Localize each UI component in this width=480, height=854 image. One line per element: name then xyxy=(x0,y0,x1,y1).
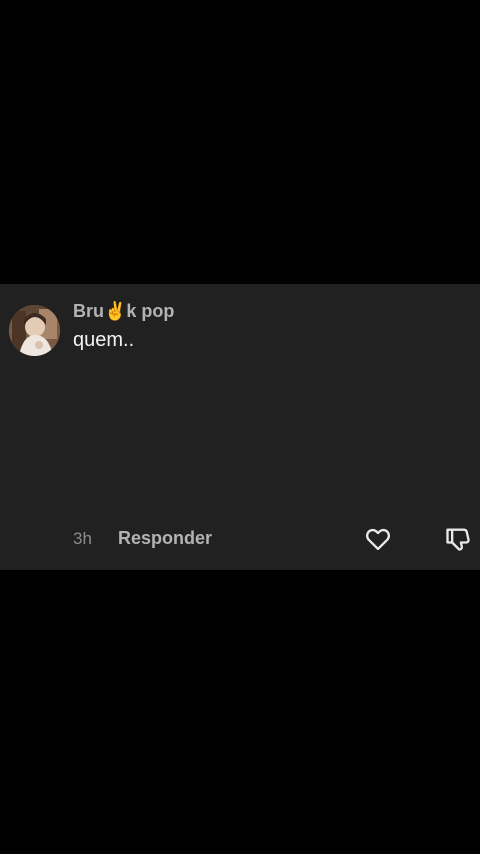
like-button[interactable] xyxy=(364,525,392,553)
avatar[interactable] xyxy=(9,305,60,356)
heart-outline-icon xyxy=(365,528,391,551)
comment-text: quem.. xyxy=(73,329,135,351)
comment-timestamp: 3h xyxy=(73,529,92,548)
thumbs-down-outline-icon xyxy=(446,528,470,551)
avatar-photo xyxy=(9,305,60,356)
comment-username[interactable]: Bru✌️k pop xyxy=(73,301,174,322)
dislike-button[interactable] xyxy=(444,525,472,553)
reply-button[interactable]: Responder xyxy=(118,528,212,549)
screen: Bru✌️k pop quem.. 3h Responder xyxy=(0,0,480,854)
comment-card: Bru✌️k pop quem.. 3h Responder xyxy=(0,284,480,570)
